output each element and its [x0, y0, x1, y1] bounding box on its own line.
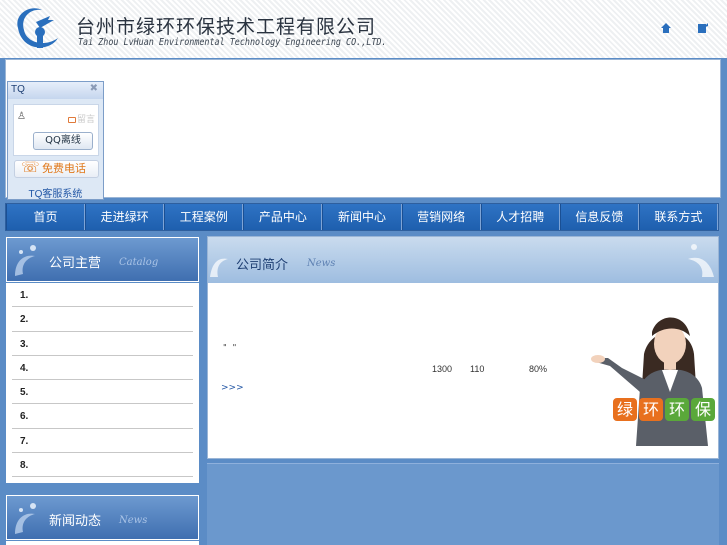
profile-title-en: News: [307, 258, 336, 269]
list-item[interactable]: 3.: [12, 332, 193, 356]
ornament-icon: [15, 245, 36, 276]
nav-item-contact[interactable]: 联系方式: [638, 204, 718, 230]
spokesperson-image: [591, 317, 708, 446]
user-icon: ♙: [17, 111, 26, 122]
free-call-button[interactable]: ☏ 免费电话: [14, 158, 99, 178]
nav-item-products[interactable]: 产品中心: [243, 204, 323, 230]
read-more-link[interactable]: >>>: [221, 383, 244, 393]
tq-chat-widget: TQ ✖ ♙ 留言 QQ离线 ☏ 免费电话 TQ客服系统: [7, 81, 104, 200]
home-icon[interactable]: [660, 22, 672, 34]
stat-value: 80%: [529, 364, 548, 374]
tq-footer[interactable]: TQ客服系统: [8, 185, 103, 200]
list-item[interactable]: 7.: [12, 429, 193, 454]
phone-icon: ☏: [21, 158, 40, 176]
tq-title: TQ: [11, 84, 25, 95]
ornament-icon: [688, 244, 714, 277]
news-list: [6, 541, 199, 545]
bookmark-icon[interactable]: [697, 22, 709, 34]
nav-item-sales-network[interactable]: 营销网络: [401, 204, 481, 230]
tq-title-bar: TQ ✖: [8, 82, 103, 99]
stat-value: 1300: [432, 364, 453, 374]
news-title-en: News: [119, 515, 148, 526]
stat-value: 110: [470, 364, 485, 374]
content-bottom-area: [207, 463, 719, 545]
list-item[interactable]: 4.: [12, 356, 193, 381]
nav-item-feedback[interactable]: 信息反馈: [559, 204, 639, 230]
profile-quote-marks: "": [223, 343, 243, 352]
catalog-panel-header: 公司主营 Catalog: [6, 237, 199, 282]
nav-item-jobs[interactable]: 人才招聘: [480, 204, 560, 230]
main-nav: 首页 走进绿环 工程案例 产品中心 新闻中心 营销网络 人才招聘 信息反馈 联系…: [5, 203, 719, 231]
list-item[interactable]: 5.: [12, 380, 193, 405]
catalog-list: 1. 2. 3. 4. 5. 6. 7. 8.: [6, 283, 199, 483]
envelope-icon: [67, 116, 76, 123]
list-item[interactable]: 1.: [12, 283, 193, 308]
company-logo[interactable]: [10, 2, 68, 54]
banner-area: [5, 59, 721, 198]
list-item[interactable]: 2.: [12, 307, 193, 332]
catalog-title: 公司主营: [49, 256, 102, 271]
catalog-title-en: Catalog: [119, 257, 159, 268]
ornament-icon: [210, 258, 228, 277]
slogan-char: 保: [691, 398, 715, 421]
message-label: 留言: [76, 115, 95, 125]
company-name-en: Tai Zhou LvHuan Environmental Technology…: [78, 37, 387, 48]
list-item[interactable]: 8.: [12, 453, 193, 478]
list-item[interactable]: 6.: [12, 404, 193, 429]
close-icon[interactable]: ✖: [90, 83, 98, 94]
news-panel-header: 新闻动态 News: [6, 495, 199, 540]
profile-header: 公司简介 News: [208, 237, 718, 283]
message-link[interactable]: 留言: [67, 112, 95, 125]
nav-item-home[interactable]: 首页: [6, 204, 86, 230]
nav-item-cases[interactable]: 工程案例: [164, 204, 244, 230]
qq-status-button[interactable]: QQ离线: [33, 132, 93, 150]
slogan-char: 环: [639, 398, 663, 421]
free-call-label: 免费电话: [42, 162, 86, 175]
slogan-char: 环: [665, 398, 689, 421]
nav-item-about[interactable]: 走进绿环: [85, 204, 165, 230]
profile-title: 公司简介: [236, 258, 289, 273]
ornament-icon: [15, 503, 36, 534]
tq-body: ♙ 留言 QQ离线: [13, 104, 99, 156]
news-title: 新闻动态: [49, 514, 102, 529]
company-name-cn: 台州市绿环环保技术工程有限公司: [76, 16, 377, 38]
slogan-char: 绿: [613, 398, 637, 421]
nav-item-news[interactable]: 新闻中心: [322, 204, 402, 230]
site-header: 台州市绿环环保技术工程有限公司 Tai Zhou LvHuan Environm…: [0, 0, 727, 58]
